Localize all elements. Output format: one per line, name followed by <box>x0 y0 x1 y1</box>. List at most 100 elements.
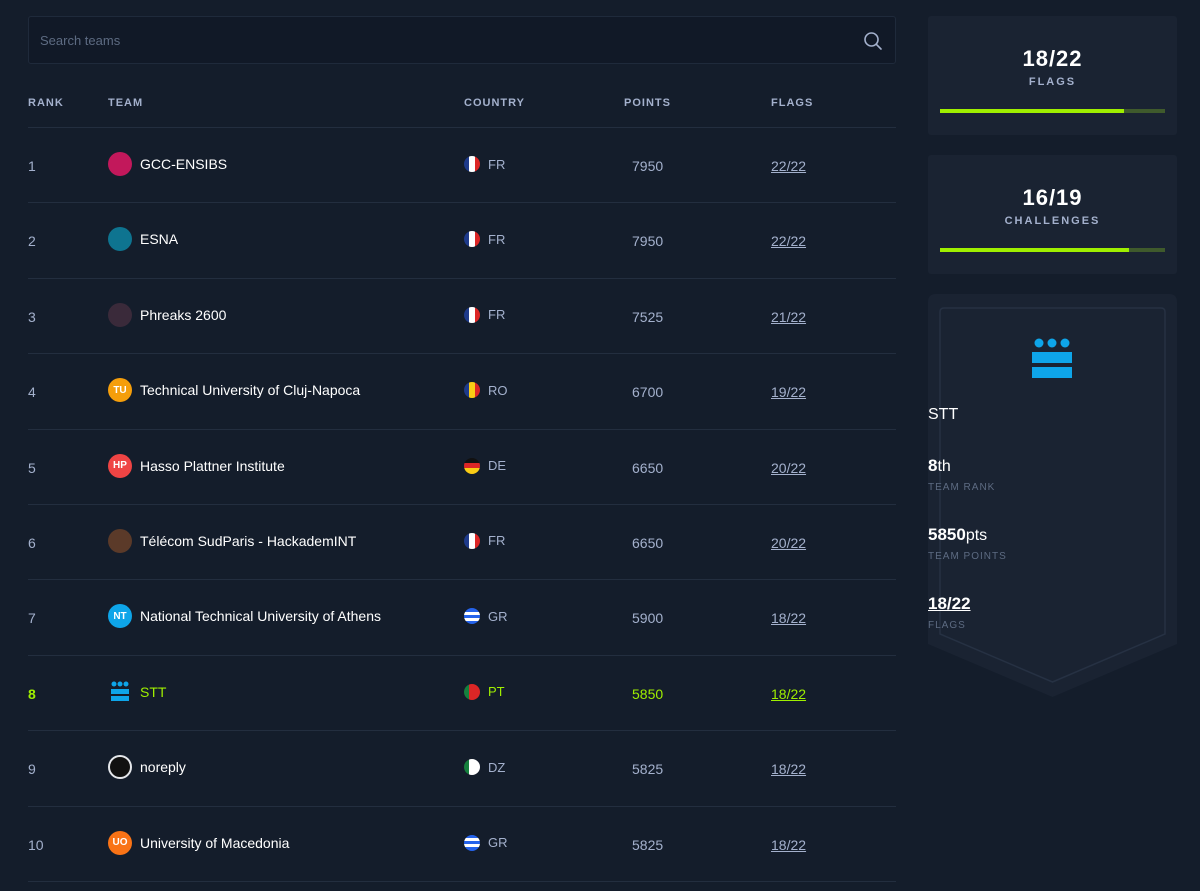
team-avatar <box>108 528 132 553</box>
row-country-code: RO <box>488 382 508 398</box>
row-rank: 8 <box>28 685 36 702</box>
row-country-code: FR <box>488 533 506 549</box>
badge-points: 5850pts TEAM POINTS <box>928 525 1177 562</box>
row-flags-link[interactable]: 20/22 <box>771 460 806 476</box>
row-team[interactable]: HP Hasso Plattner Institute <box>108 453 285 478</box>
row-team-name[interactable]: noreply <box>140 759 186 775</box>
team-badge: STT 8th TEAM RANK 5850pts TEAM POINTS 18… <box>928 294 1177 697</box>
flag-icon <box>464 834 480 851</box>
leaderboard: RANK TEAM COUNTRY POINTS FLAGS 1 GCC-ENSI… <box>28 16 896 882</box>
row-flags-link[interactable]: 21/22 <box>771 309 806 325</box>
header-rank[interactable]: RANK <box>28 97 64 109</box>
team-avatar: NT <box>108 604 132 629</box>
table-row[interactable]: 9 noreply DZ 5825 18/22 <box>28 731 896 807</box>
badge-team-name: STT <box>928 406 959 423</box>
row-country: DE <box>464 457 506 474</box>
row-rank: 1 <box>28 158 36 174</box>
row-team[interactable]: Phreaks 2600 <box>108 302 226 327</box>
row-flags-link[interactable]: 18/22 <box>771 610 806 626</box>
flags-progress-fill <box>940 109 1125 113</box>
row-flags-link[interactable]: 19/22 <box>771 384 806 400</box>
team-avatar <box>111 681 129 701</box>
row-points: 5900 <box>632 610 664 627</box>
row-country-code: DZ <box>488 759 506 775</box>
row-flags-link[interactable]: 18/22 <box>771 761 806 777</box>
row-flags-link[interactable]: 22/22 <box>771 158 806 174</box>
flag-icon <box>464 457 480 474</box>
row-team-name[interactable]: Technical University of Cluj-Napoca <box>140 382 360 398</box>
row-points: 7950 <box>632 233 664 250</box>
row-team-name[interactable]: STT <box>140 684 166 700</box>
badge-flags: 18/22 FLAGS <box>928 594 1177 631</box>
challenges-card-label: CHALLENGES <box>1004 215 1101 227</box>
table-row[interactable]: 5 HP Hasso Plattner Institute DE 6650 20/22 <box>28 430 896 505</box>
header-country[interactable]: COUNTRY <box>464 97 525 109</box>
row-flags-link[interactable]: 18/22 <box>771 837 806 853</box>
row-points: 7525 <box>632 308 664 325</box>
row-points: 6650 <box>632 459 664 476</box>
row-country: DZ <box>464 759 506 776</box>
row-country: FR <box>464 156 505 172</box>
badge-points-suffix: pts <box>965 527 988 544</box>
table-row[interactable]: 4 TU Technical University of Cluj-Napoca RO… <box>28 354 896 430</box>
row-flags-link[interactable]: 18/22 <box>771 686 806 702</box>
ranking-page: RANK TEAM COUNTRY POINTS FLAGS 1 GCC-ENSI… <box>0 0 1200 891</box>
row-country: RO <box>464 382 508 399</box>
challenges-card: 16/19 CHALLENGES <box>928 155 1177 274</box>
team-avatar <box>108 755 132 780</box>
row-team-name[interactable]: GCC-ENSIBS <box>140 156 227 172</box>
flag-icon <box>464 683 480 700</box>
row-country: GR <box>464 608 508 625</box>
row-team[interactable]: NT National Technical University of Athen… <box>108 604 381 629</box>
row-team-name[interactable]: Hasso Plattner Institute <box>140 458 285 474</box>
row-country-code: GR <box>488 608 508 624</box>
row-country-code: FR <box>488 307 506 323</box>
search-icon[interactable] <box>863 31 883 51</box>
row-team-name[interactable]: Télécom SudParis - HackademINT <box>140 533 356 549</box>
flag-icon <box>464 759 480 776</box>
row-team[interactable]: GCC-ENSIBS <box>108 152 227 176</box>
stt-logo-icon <box>1032 338 1072 378</box>
badge-rank-suffix: th <box>937 458 951 475</box>
row-rank: 2 <box>28 233 36 250</box>
table-row[interactable]: 8 STT PT 5850 18/22 <box>28 656 896 732</box>
search-input[interactable] <box>29 17 895 63</box>
row-country: GR <box>464 834 508 851</box>
table-row[interactable]: 7 NT National Technical University of Athe… <box>28 580 896 656</box>
challenges-progress-fill <box>940 248 1130 252</box>
table-row[interactable]: 3 Phreaks 2600 FR 7525 21/22 <box>28 279 896 355</box>
badge-points-value: 5850 <box>928 525 966 544</box>
row-team[interactable]: Télécom SudParis - HackademINT <box>108 528 356 553</box>
flags-card: 18/22 FLAGS <box>928 16 1177 135</box>
challenges-progress-bar <box>940 248 1165 252</box>
badge-flags-value[interactable]: 18/22 <box>928 594 971 613</box>
row-country-code: FR <box>488 156 506 172</box>
row-team-name[interactable]: National Technical University of Athens <box>140 608 381 624</box>
table-row[interactable]: 1 GCC-ENSIBS FR 7950 22/22 <box>28 128 896 204</box>
table-header: RANK TEAM COUNTRY POINTS FLAGS <box>28 64 896 128</box>
header-team[interactable]: TEAM <box>108 97 143 109</box>
row-team[interactable]: TU Technical University of Cluj-Napoca <box>108 378 360 403</box>
table-row[interactable]: 2 ESNA FR 7950 22/22 <box>28 203 896 279</box>
table-row[interactable]: 6 Télécom SudParis - HackademINT FR 6650 20/… <box>28 505 896 581</box>
row-team[interactable]: noreply <box>108 755 186 780</box>
team-avatar-initials: HP <box>113 460 127 472</box>
row-flags-link[interactable]: 22/22 <box>771 233 806 249</box>
table-row[interactable]: 10 UO University of Macedonia GR 5825 18/22 <box>28 807 896 882</box>
row-team[interactable]: ESNA <box>108 227 178 252</box>
header-flags[interactable]: FLAGS <box>771 97 813 109</box>
flag-icon <box>464 382 480 399</box>
row-team-name[interactable]: ESNA <box>140 231 178 247</box>
row-rank: 4 <box>28 384 36 401</box>
row-rank: 5 <box>28 459 36 476</box>
row-team[interactable]: STT <box>108 680 166 704</box>
row-team[interactable]: UO University of Macedonia <box>108 830 289 855</box>
header-points[interactable]: POINTS <box>624 97 671 109</box>
flags-progress-bar <box>940 109 1165 113</box>
row-points: 6700 <box>632 384 664 401</box>
row-team-name[interactable]: Phreaks 2600 <box>140 307 226 323</box>
row-team-name[interactable]: University of Macedonia <box>140 835 289 851</box>
row-rank: 6 <box>28 534 36 551</box>
row-flags-link[interactable]: 20/22 <box>771 535 806 551</box>
row-country: FR <box>464 532 506 549</box>
